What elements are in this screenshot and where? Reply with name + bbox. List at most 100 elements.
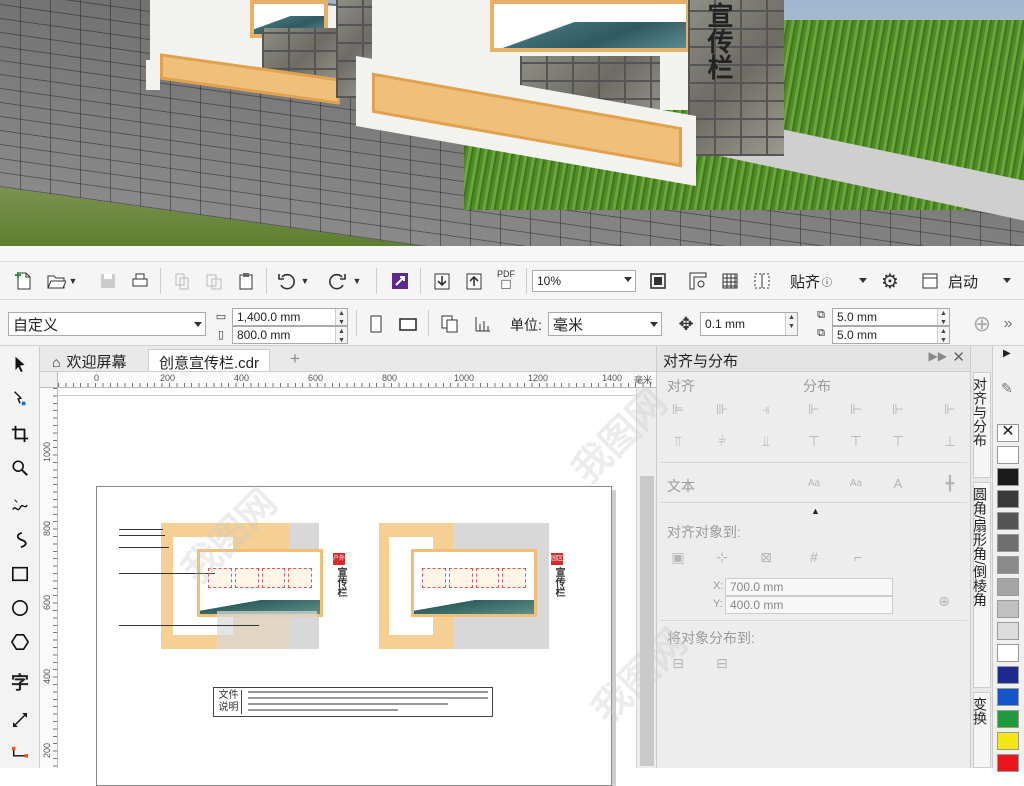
color-swatch[interactable]	[997, 446, 1019, 464]
artistic-media-tool-icon[interactable]	[6, 526, 34, 554]
distribute-vertical-spacing-icon[interactable]: ⊤	[887, 430, 909, 452]
color-swatch[interactable]	[997, 468, 1019, 486]
save-icon[interactable]	[94, 267, 122, 295]
eyedropper-icon[interactable]: ✎	[1001, 380, 1013, 397]
no-fill-swatch[interactable]: ✕	[997, 424, 1019, 442]
tab-document[interactable]: 创意宣传栏.cdr	[148, 349, 271, 372]
palette-scroll-up-icon[interactable]: ▶	[1003, 348, 1011, 359]
crop-tool-icon[interactable]	[6, 420, 34, 448]
zoom-tool-icon[interactable]	[6, 454, 34, 482]
distribute-to-page-icon[interactable]: ⊟	[711, 652, 733, 674]
import-icon[interactable]	[428, 267, 456, 295]
color-swatch[interactable]	[997, 512, 1019, 530]
vtab-align-distribute[interactable]: 对齐与分布	[972, 372, 991, 478]
spin-buttons[interactable]: ▲ ▼	[785, 313, 797, 335]
align-right-icon[interactable]: ⫣	[755, 398, 777, 420]
page-size-select[interactable]: 自定义	[8, 312, 206, 336]
distribute-center-icon[interactable]: ⊩	[845, 398, 867, 420]
text-first-baseline-icon[interactable]: Aa	[803, 472, 825, 494]
distribute-top-icon[interactable]: ⊤	[803, 430, 825, 452]
zoom-level-select[interactable]: 10%	[532, 270, 636, 292]
nudge-distance-field[interactable]: 0.1 mm ▲ ▼	[700, 312, 798, 336]
export-icon[interactable]	[460, 267, 488, 295]
vtab-transform[interactable]: 变换	[972, 692, 991, 768]
artwork-left-board[interactable]	[197, 549, 323, 617]
horizontal-ruler[interactable]: 0 200 400 600 800 1000 1200 1400 毫米	[58, 372, 656, 388]
undo-icon[interactable]	[272, 267, 300, 295]
scrollbar-thumb[interactable]	[640, 476, 654, 766]
undo-dropdown-icon[interactable]: ▼	[298, 267, 312, 295]
align-center-horizontal-icon[interactable]: ⊪	[711, 398, 733, 420]
ruler-origin[interactable]	[40, 372, 58, 388]
page-boundary[interactable]: 户外 宣传栏 园区 宣传栏 文件说明	[96, 486, 612, 786]
spin-buttons[interactable]: ▲ ▼	[937, 309, 949, 326]
landscape-orientation-icon[interactable]	[394, 310, 422, 338]
text-bounding-box-icon[interactable]: A	[887, 472, 909, 494]
align-bottom-icon[interactable]: ⫫	[755, 430, 777, 452]
text-last-baseline-icon[interactable]: Aa	[845, 472, 867, 494]
redo-icon[interactable]	[324, 267, 352, 295]
publish-pdf-icon[interactable]: PDF	[492, 266, 520, 294]
artwork-right-board[interactable]	[411, 549, 537, 617]
launch-dropdown[interactable]: 启动	[944, 269, 1014, 293]
open-dropdown-icon[interactable]: ▼	[66, 267, 80, 295]
shape-tool-icon[interactable]	[6, 384, 34, 412]
full-screen-icon[interactable]	[644, 267, 672, 295]
text-tool-icon[interactable]: 字	[6, 668, 34, 696]
page-center-icon[interactable]: ⊠	[755, 546, 777, 568]
freehand-tool-icon[interactable]	[6, 492, 34, 520]
active-objects-icon[interactable]: ▣	[667, 546, 689, 568]
color-swatch[interactable]	[997, 490, 1019, 508]
page-width-field[interactable]: 1,400.0 mm ▲ ▼	[232, 308, 348, 326]
color-swatch[interactable]	[997, 666, 1019, 684]
spin-buttons[interactable]: ▲ ▼	[335, 327, 347, 344]
cut-icon[interactable]	[168, 267, 196, 295]
color-swatch[interactable]	[997, 622, 1019, 640]
drawing-canvas[interactable]: 户外 宣传栏 园区 宣传栏 文件说明	[58, 388, 636, 786]
color-swatch[interactable]	[997, 578, 1019, 596]
snap-to-dropdown[interactable]: 贴齐 ⓘ	[786, 269, 870, 293]
duplicate-distance-y-field[interactable]: 5.0 mm ▲ ▼	[832, 326, 950, 344]
color-swatch[interactable]	[997, 644, 1019, 662]
color-swatch[interactable]	[997, 534, 1019, 552]
search-content-icon[interactable]	[386, 267, 414, 295]
close-icon[interactable]: ✕	[952, 348, 965, 366]
units-select[interactable]: 毫米	[548, 312, 662, 336]
all-pages-icon[interactable]	[436, 310, 464, 338]
pick-point-icon[interactable]: ⊕	[933, 590, 955, 612]
application-launcher-icon[interactable]	[916, 267, 944, 295]
copy-icon[interactable]	[200, 267, 228, 295]
distribute-spacing-icon[interactable]: ⊩	[887, 398, 909, 420]
color-swatch[interactable]	[997, 556, 1019, 574]
distribute-bottom-icon[interactable]: ⊥	[939, 430, 961, 452]
show-guidelines-icon[interactable]	[748, 267, 776, 295]
color-swatch[interactable]	[997, 732, 1019, 750]
specified-point-icon[interactable]: ⌐	[847, 546, 869, 568]
more-options-icon[interactable]: »	[994, 310, 1022, 338]
add-page-icon[interactable]: ⊕	[968, 310, 996, 338]
show-grid-icon[interactable]	[716, 267, 744, 295]
polygon-tool-icon[interactable]	[6, 628, 34, 656]
rectangle-tool-icon[interactable]	[6, 560, 34, 588]
ellipse-tool-icon[interactable]	[6, 594, 34, 622]
color-swatch[interactable]	[997, 754, 1019, 772]
distribute-to-selection-icon[interactable]: ⊟	[667, 652, 689, 674]
pick-tool-icon[interactable]	[6, 350, 34, 378]
align-top-icon[interactable]: ⫪	[667, 430, 689, 452]
color-swatch[interactable]	[997, 688, 1019, 706]
new-tab-icon[interactable]: +	[280, 349, 310, 371]
distribute-middle-icon[interactable]: ⊤	[845, 430, 867, 452]
specified-point-x-field[interactable]: 700.0 mm	[725, 578, 893, 596]
redo-dropdown-icon[interactable]: ▼	[350, 267, 364, 295]
current-page-icon[interactable]	[468, 310, 496, 338]
options-gear-icon[interactable]: ⚙	[876, 267, 904, 295]
print-icon[interactable]	[126, 267, 154, 295]
duplicate-distance-x-field[interactable]: 5.0 mm ▲ ▼	[832, 308, 950, 326]
page-height-field[interactable]: 800.0 mm ▲ ▼	[232, 326, 348, 344]
show-rulers-icon[interactable]	[684, 267, 712, 295]
spin-buttons[interactable]: ▲ ▼	[937, 327, 949, 344]
align-center-vertical-icon[interactable]: ⫩	[711, 430, 733, 452]
dimension-tool-icon[interactable]	[6, 706, 34, 734]
vtab-fillet-scallop-chamfer[interactable]: 圆角/扇形角/倒棱角	[972, 482, 991, 688]
specified-point-y-field[interactable]: 400.0 mm	[725, 596, 893, 614]
